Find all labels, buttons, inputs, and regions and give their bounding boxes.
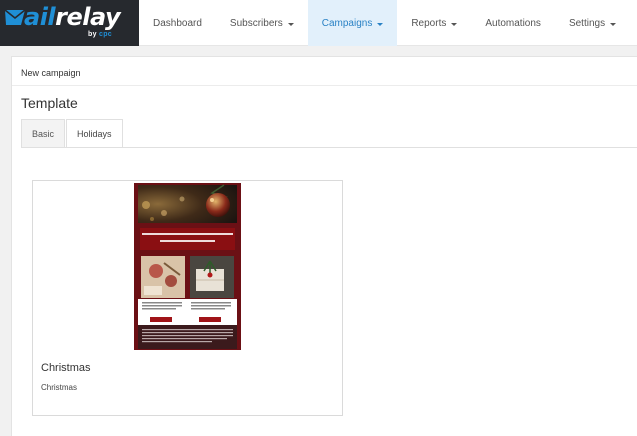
nav-subscribers[interactable]: Subscribers [216,0,308,46]
nav-reports-label: Reports [411,17,447,29]
nav-dashboard[interactable]: Dashboard [139,0,216,46]
template-tabs: Basic Holidays [21,119,124,148]
template-description: Christmas [41,383,78,392]
mailrelay-logo[interactable]: ailrelay by cpc [0,0,139,46]
tab-basic[interactable]: Basic [21,119,66,148]
nav-campaigns[interactable]: Campaigns [307,0,398,46]
logo-company-text: cpc [99,31,112,38]
tabs-underline [21,147,637,148]
nav-dashboard-label: Dashboard [153,17,202,29]
tab-holidays[interactable]: Holidays [66,119,123,148]
nav-campaigns-label: Campaigns [321,17,373,29]
nav-settings[interactable]: Settings [555,0,630,46]
logo-text-accent: ail [24,3,56,31]
page-title: Template [21,95,78,111]
caret-down-icon [451,22,458,26]
template-name: Christmas [41,362,91,374]
nav-settings-label: Settings [568,17,606,29]
nav-subscribers-label: Subscribers [229,17,283,29]
template-card-christmas[interactable]: Christmas Christmas [32,180,343,416]
logo-byline: by cpc [88,31,112,38]
divider [12,85,637,86]
caret-down-icon [377,22,384,26]
logo-by-text: by [88,31,97,38]
christmas-email-preview-image [134,183,241,350]
nav-automations-label: Automations [485,17,541,29]
breadcrumb: New campaign [21,68,81,78]
nav-automations[interactable]: Automations [471,0,555,46]
logo-text-main: relay [55,3,121,31]
content-panel: New campaign Template Basic Holidays Chr… [11,56,637,436]
top-navbar: ailrelay by cpc Dashboard Subscribers Ca… [0,0,637,46]
caret-down-icon [287,22,294,26]
logo-wordmark: ailrelay [24,3,121,31]
main-nav: Dashboard Subscribers Campaigns Reports … [139,0,630,46]
envelope-logo-icon [4,9,26,25]
nav-reports[interactable]: Reports [397,0,471,46]
template-preview-thumbnail[interactable] [134,183,241,350]
caret-down-icon [610,22,617,26]
